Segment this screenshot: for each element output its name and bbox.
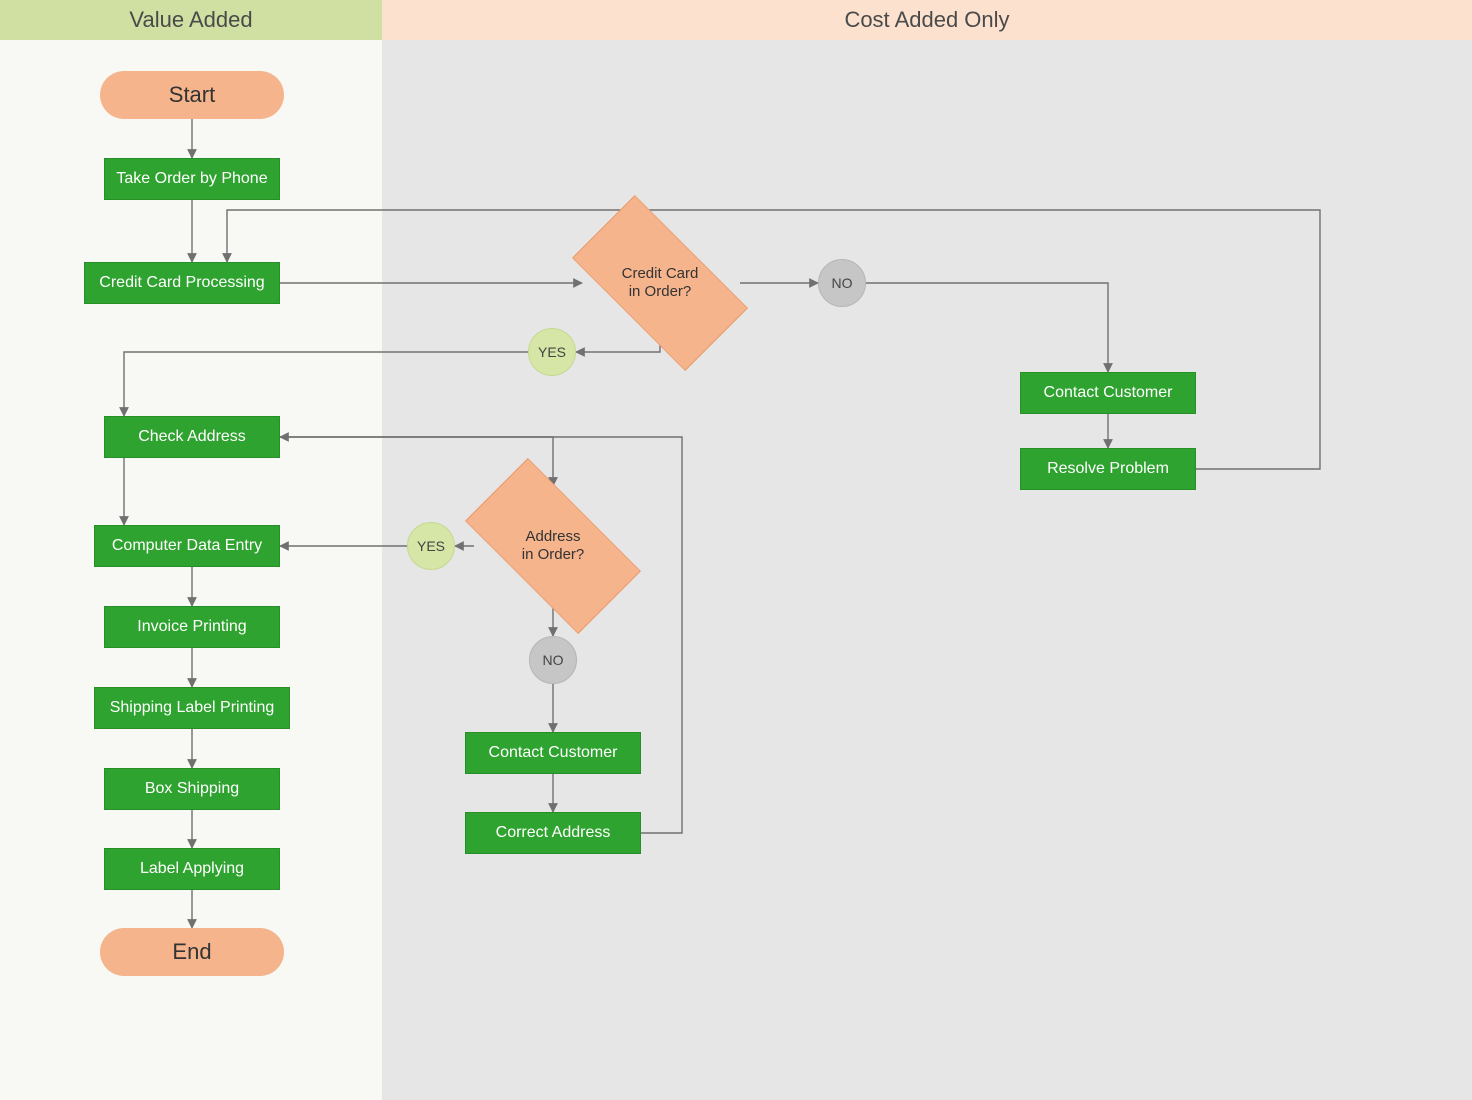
process-check-address: Check Address (104, 416, 280, 458)
lane-header-cost-added: Cost Added Only (382, 0, 1472, 40)
decision-credit-card: Credit Cardin Order? (580, 223, 740, 343)
process-label-applying: Label Applying (104, 848, 280, 890)
process-contact-customer-cc: Contact Customer (1020, 372, 1196, 414)
process-shipping-label-printing: Shipping Label Printing (94, 687, 290, 729)
pill-no-credit: NO (818, 259, 866, 307)
lane-header-value-added: Value Added (0, 0, 382, 40)
process-invoice-printing: Invoice Printing (104, 606, 280, 648)
process-box-shipping: Box Shipping (104, 768, 280, 810)
pill-no-address: NO (529, 636, 577, 684)
end-terminator: End (100, 928, 284, 976)
process-correct-address: Correct Address (465, 812, 641, 854)
pill-yes-credit: YES (528, 328, 576, 376)
decision-address-text: Addressin Order? (522, 528, 585, 564)
process-resolve-problem: Resolve Problem (1020, 448, 1196, 490)
decision-credit-card-text: Credit Cardin Order? (622, 265, 699, 301)
process-credit-card-processing: Credit Card Processing (84, 262, 280, 304)
flowchart-stage: Value Added Cost Added Only (0, 0, 1472, 1100)
decision-address: Addressin Order? (473, 486, 633, 606)
process-contact-customer-addr: Contact Customer (465, 732, 641, 774)
process-computer-data-entry: Computer Data Entry (94, 525, 280, 567)
process-take-order: Take Order by Phone (104, 158, 280, 200)
pill-yes-address: YES (407, 522, 455, 570)
start-terminator: Start (100, 71, 284, 119)
